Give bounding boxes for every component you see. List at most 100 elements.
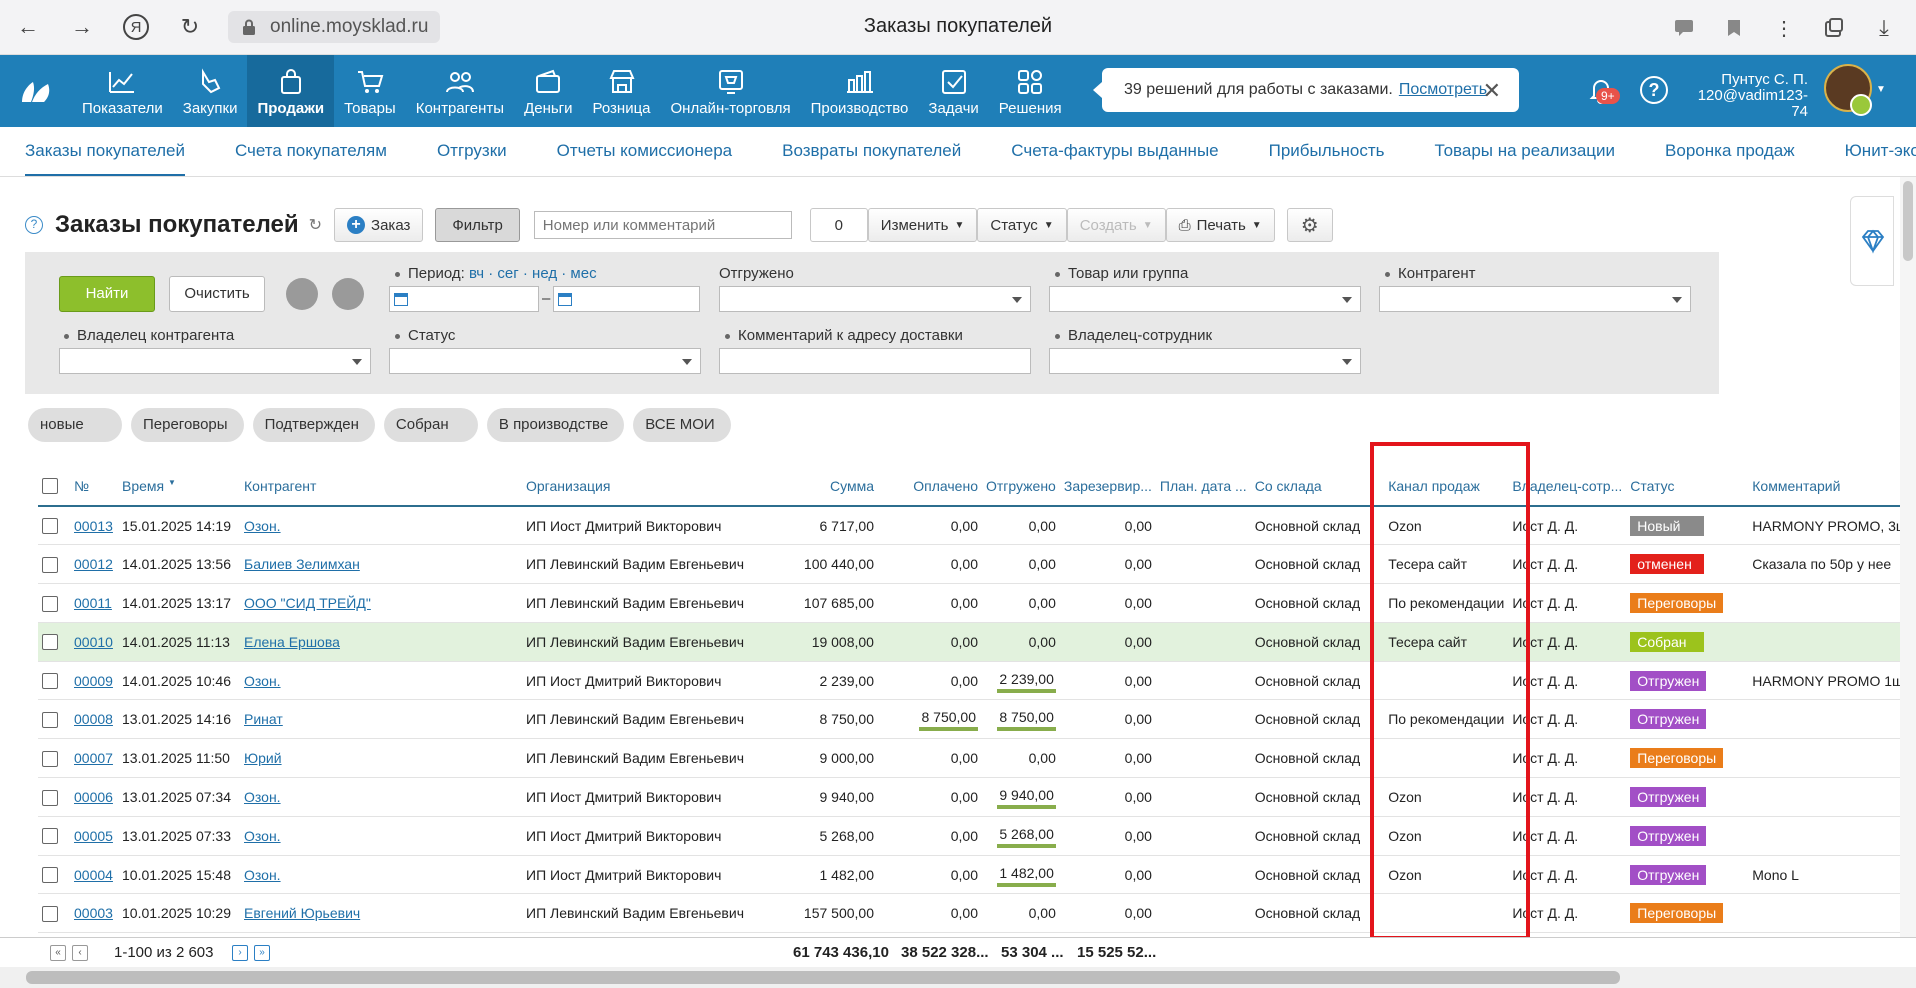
col-reserved[interactable]: Зарезервир...	[1059, 466, 1156, 507]
table-row[interactable]: 00008 13.01.2025 14:16 Ринат ИП Левинский В…	[38, 699, 1912, 740]
row-checkbox[interactable]	[38, 738, 70, 779]
tab-sales-funnel[interactable]: Воронка продаж	[1665, 127, 1795, 176]
back-icon[interactable]: ←	[8, 7, 48, 47]
counterparty-link[interactable]: Озон.	[240, 661, 522, 701]
select-all[interactable]	[38, 466, 70, 507]
counterparty-select[interactable]	[1379, 286, 1691, 312]
period-from-field[interactable]	[389, 286, 539, 312]
chip-in-production[interactable]: В производстве	[486, 408, 625, 442]
nav-retail[interactable]: Розница	[583, 55, 661, 127]
shipped-select[interactable]	[719, 286, 1031, 312]
order-number[interactable]: 00011	[70, 583, 118, 623]
product-select[interactable]	[1049, 286, 1361, 312]
moysklad-logo[interactable]	[0, 55, 72, 127]
close-icon[interactable]: ✕	[1483, 78, 1501, 104]
address-bar[interactable]: online.moysklad.ru	[228, 11, 441, 43]
tab-profitability[interactable]: Прибыльность	[1269, 127, 1385, 176]
order-number[interactable]: 00006	[70, 777, 118, 817]
find-button[interactable]: Найти	[59, 276, 155, 312]
row-checkbox[interactable]	[38, 506, 70, 546]
owner-contractor-select[interactable]	[59, 348, 371, 374]
tab-consignment[interactable]: Товары на реализации	[1435, 127, 1616, 176]
counterparty-link[interactable]: Ринат	[240, 699, 522, 740]
help-circle-icon[interactable]: ?	[25, 216, 43, 234]
order-number[interactable]: 00010	[70, 622, 118, 662]
status-badge[interactable]: Отгружен	[1626, 855, 1749, 895]
col-owner[interactable]: Владелец-сотр...	[1508, 466, 1627, 507]
col-organization[interactable]: Организация	[522, 466, 748, 507]
col-number[interactable]: №	[70, 466, 118, 507]
nav-tasks[interactable]: Задачи	[918, 55, 988, 127]
status-badge[interactable]: Отгружен	[1626, 699, 1749, 740]
status-badge[interactable]: Новый	[1626, 506, 1749, 546]
nav-sales[interactable]: Продажи	[247, 55, 335, 127]
period-to-field[interactable]	[553, 286, 700, 312]
chip-new[interactable]: новые	[28, 408, 122, 442]
refresh-icon[interactable]: ↻	[309, 215, 322, 235]
chat-icon[interactable]	[1666, 8, 1702, 48]
tab-invoices-issued[interactable]: Счета-фактуры выданные	[1011, 127, 1218, 176]
nav-purchases[interactable]: Закупки	[173, 55, 248, 127]
clear-button[interactable]: Очистить	[169, 276, 265, 312]
col-plan-date[interactable]: План. дата ...	[1155, 466, 1251, 507]
table-row[interactable]: 00010 14.01.2025 11:13 Елена Ершова ИП Леви…	[38, 622, 1912, 662]
row-checkbox[interactable]	[38, 544, 70, 585]
horizontal-scrollbar[interactable]	[0, 967, 1916, 988]
counterparty-link[interactable]: Елена Ершова	[240, 622, 522, 662]
col-counterparty[interactable]: Контрагент	[240, 466, 522, 507]
table-row[interactable]: 00009 14.01.2025 10:46 Озон. ИП Иост Дмитри…	[38, 661, 1912, 701]
bookmark-filter-icon[interactable]	[286, 278, 318, 310]
row-checkbox[interactable]	[38, 661, 70, 701]
status-button[interactable]: Статус ▼	[977, 208, 1067, 242]
order-number[interactable]: 00013	[70, 506, 118, 546]
counterparty-link[interactable]: Юрий	[240, 738, 522, 779]
counterparty-link[interactable]: Озон.	[240, 855, 522, 895]
last-page-icon[interactable]: »	[254, 945, 270, 961]
status-badge[interactable]: Отгружен	[1626, 777, 1749, 817]
table-row[interactable]: 00007 13.01.2025 11:50 Юрий ИП Левинский Ва…	[38, 738, 1912, 779]
chip-confirmed[interactable]: Подтвержден	[252, 408, 375, 442]
table-row[interactable]: 00004 10.01.2025 15:48 Озон. ИП Иост Дмитри…	[38, 855, 1912, 895]
nav-contractors[interactable]: Контрагенты	[406, 55, 514, 127]
counterparty-link[interactable]: Озон.	[240, 506, 522, 546]
nav-indicators[interactable]: Показатели	[72, 55, 173, 127]
col-time[interactable]: Время ▼	[118, 466, 240, 507]
col-sales-channel[interactable]: Канал продаж	[1364, 466, 1509, 507]
row-checkbox[interactable]	[38, 622, 70, 662]
table-row[interactable]: 00012 14.01.2025 13:56 Балиев Зелимхан ИП Л…	[38, 544, 1912, 585]
nav-production[interactable]: Производство	[801, 55, 919, 127]
search-input[interactable]	[533, 211, 792, 239]
order-number[interactable]: 00003	[70, 893, 118, 934]
order-number[interactable]: 00008	[70, 699, 118, 740]
bookmark-icon[interactable]	[1716, 8, 1752, 48]
nav-money[interactable]: Деньги	[514, 55, 582, 127]
chip-assembled[interactable]: Собран	[383, 408, 478, 442]
table-row[interactable]: 00005 13.01.2025 07:33 Озон. ИП Иост Дмитри…	[38, 816, 1912, 856]
tab-returns[interactable]: Возвраты покупателей	[782, 127, 961, 176]
col-warehouse[interactable]: Со склада	[1250, 466, 1365, 507]
next-page-icon[interactable]: ›	[232, 945, 248, 961]
col-status[interactable]: Статус	[1626, 466, 1749, 507]
status-badge[interactable]: отменен	[1626, 544, 1749, 585]
order-number[interactable]: 00009	[70, 661, 118, 701]
col-paid[interactable]: Оплачено	[877, 466, 982, 507]
counterparty-link[interactable]: Евгений Юрьевич	[240, 893, 522, 934]
status-badge[interactable]: Переговоры	[1626, 738, 1749, 779]
filter-button[interactable]: Фильтр	[435, 208, 520, 242]
status-select[interactable]	[389, 348, 701, 374]
row-checkbox[interactable]	[38, 893, 70, 934]
yandex-icon[interactable]: Я	[116, 7, 156, 47]
nav-solutions[interactable]: Решения	[989, 55, 1072, 127]
nav-online-trade[interactable]: Онлайн-торговля	[661, 55, 801, 127]
settings-button[interactable]: ⚙	[1286, 208, 1333, 242]
user-info[interactable]: Пунтус С. П. 120@vadim123-74	[1690, 72, 1808, 120]
counterparty-link[interactable]: Озон.	[240, 816, 522, 856]
prev-page-icon[interactable]: ‹	[72, 945, 88, 961]
row-checkbox[interactable]	[38, 855, 70, 895]
tab-commission-reports[interactable]: Отчеты комиссионера	[557, 127, 732, 176]
status-badge[interactable]: Переговоры	[1626, 583, 1749, 623]
order-number[interactable]: 00012	[70, 544, 118, 585]
row-checkbox[interactable]	[38, 699, 70, 740]
period-shortcuts[interactable]: вч · сег · нед · мес	[469, 265, 597, 282]
row-checkbox[interactable]	[38, 583, 70, 623]
